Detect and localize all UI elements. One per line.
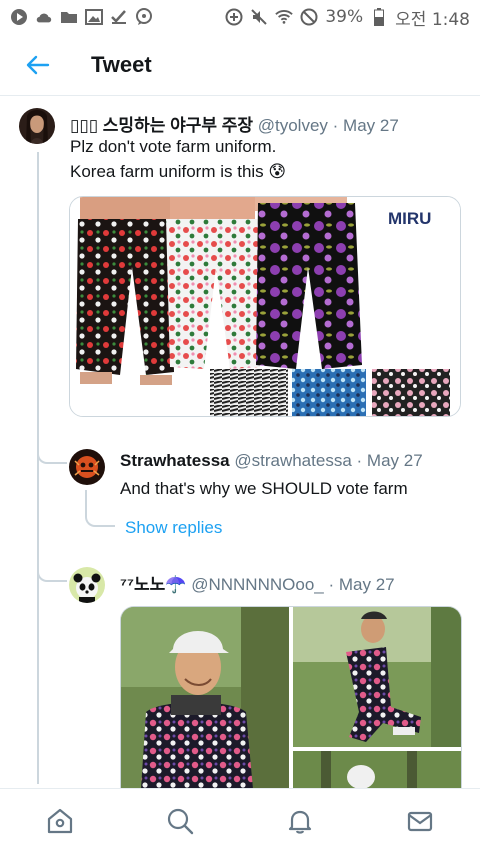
thread-branch-replies [85,490,115,527]
wifi-icon [275,8,294,26]
tweet-image-pants[interactable]: MIRU [69,196,461,417]
timestamp[interactable]: May 27 [367,451,423,470]
search-icon [167,808,194,835]
separator-dot: · [332,116,339,135]
image-icon [85,8,103,26]
thread-branch [37,440,67,464]
mail-icon [407,811,433,832]
tab-search[interactable] [150,791,210,851]
separator-dot: · [356,451,363,470]
farm-uniform-photo-collage [121,607,461,788]
farm-pants-photo: MIRU [70,197,460,416]
folder-icon [60,8,78,26]
chat-bubble-icon [135,8,153,26]
tab-notifications[interactable] [270,791,330,851]
top-app-bar: Tweet [0,34,480,96]
tweet-header: Strawhatessa @strawhatessa · May 27 [120,451,423,471]
handle[interactable]: @strawhatessa [234,451,351,470]
battery-icon [370,8,388,26]
tweet-header: ⁷⁷노노☂️ @NNNNNNOoo_ · May 27 [120,570,395,595]
avatar[interactable] [19,108,55,144]
timestamp[interactable]: May 27 [339,575,395,594]
thread-line [37,152,39,784]
tweet-text: Plz don't vote farm uniform. Korea farm … [70,134,286,184]
separator-dot: · [328,575,335,594]
display-name[interactable]: Strawhatessa [120,451,230,470]
status-left-icons [10,8,153,26]
thread-branch [37,560,67,582]
handle[interactable]: @NNNNNNOoo_ [191,575,324,594]
brand-logo: MIRU [388,209,431,228]
battery-percent: 39% [325,7,364,27]
page-title: Tweet [91,51,152,77]
data-saver-icon [225,8,243,26]
mute-icon [250,8,268,26]
tweet-text-line: Korea farm uniform is this 😰 [70,162,287,181]
tweet-header: ▯▯▯ 스밍하는 야구부 주장 @tyolvey · May 27 [70,111,399,136]
show-replies-link[interactable]: Show replies [125,518,222,538]
cloud-icon [35,8,53,26]
handle[interactable]: @tyolvey [258,116,328,135]
display-name[interactable]: ⁷⁷노노☂️ [120,575,186,594]
display-name[interactable]: ▯▯▯ 스밍하는 야구부 주장 [70,116,253,135]
timestamp[interactable]: May 27 [343,116,399,135]
tweet-text-line: Plz don't vote farm uniform. [70,137,277,156]
bottom-tab-bar [0,788,480,853]
checkmark-icon [110,8,128,26]
clock: 오전 1:48 [395,9,470,30]
blocked-icon [300,8,318,26]
back-button[interactable] [0,34,76,96]
home-icon [47,808,73,834]
tab-home[interactable] [30,791,90,851]
tab-messages[interactable] [390,791,450,851]
avatar[interactable] [69,449,105,485]
back-arrow-icon [26,55,50,74]
tweet-text: And that's why we SHOULD vote farm [120,479,408,498]
status-bar: 39% 오전 1:48 [0,0,480,34]
bell-icon [288,810,312,834]
play-icon [10,8,28,26]
tweet-image-collage[interactable] [120,606,462,788]
avatar[interactable] [69,567,105,603]
status-right-icons: 39% 오전 1:48 [225,5,470,30]
